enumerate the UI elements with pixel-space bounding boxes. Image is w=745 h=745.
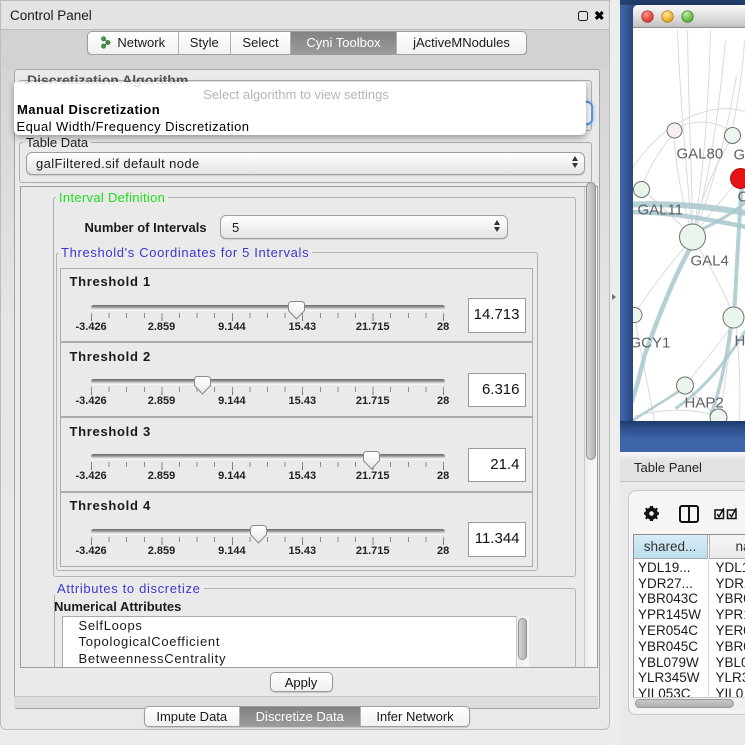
svg-text:GAL11: GAL11: [637, 201, 683, 218]
svg-text:GAL80: GAL80: [676, 145, 723, 162]
svg-text:HAP2: HAP2: [684, 394, 723, 411]
svg-text:GCY1: GCY1: [633, 334, 670, 351]
svg-text:H: H: [734, 332, 745, 349]
svg-text:GAL4: GAL4: [690, 252, 728, 269]
svg-text:C: C: [737, 188, 745, 205]
svg-text:GA: GA: [733, 146, 745, 163]
